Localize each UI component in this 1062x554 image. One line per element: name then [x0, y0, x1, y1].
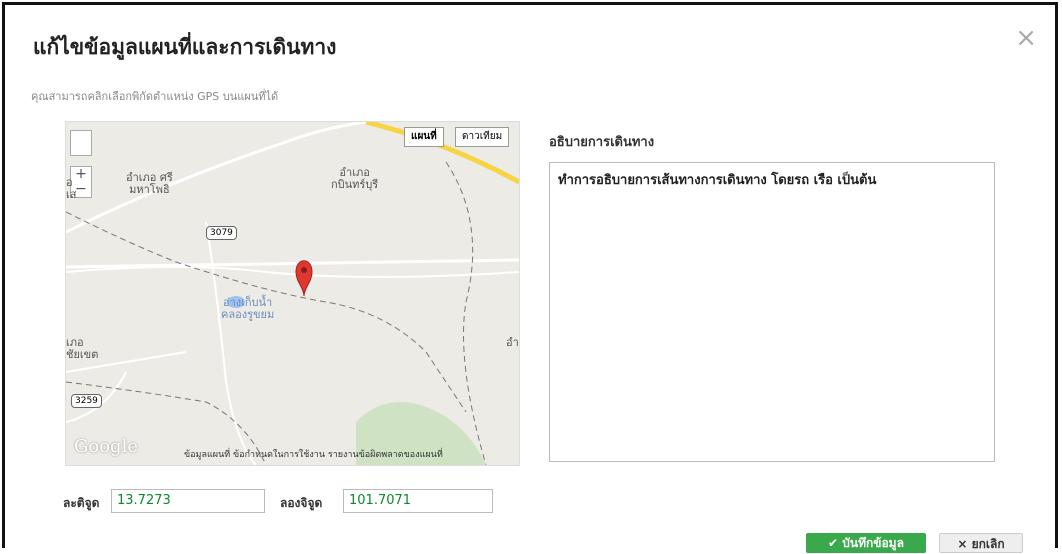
map-type-map-button[interactable]: แผนที่	[404, 127, 444, 147]
latitude-field[interactable]: 13.7273	[111, 489, 265, 513]
dialog-title: แก้ไขข้อมูลแผนที่และการเดินทาง	[33, 35, 337, 59]
road-3079-badge: 3079	[206, 226, 237, 240]
google-logo: Google	[74, 436, 138, 457]
longitude-label: ลองจิจูด	[280, 496, 323, 510]
edit-map-dialog: แก้ไขข้อมูลแผนที่และการเดินทาง × คุณสามา…	[2, 2, 1058, 553]
map-type-satellite-button[interactable]: ดาวเทียม	[455, 127, 510, 147]
map-hint: คุณสามารถคลิกเลือกพิกัดตำแหน่ง GPS บนแผน…	[31, 90, 279, 103]
map-attribution[interactable]: ข้อมูลแผนที่ ข้อกำหนดในการใช้งาน รายงานข…	[184, 447, 443, 461]
road-3259-badge: 3259	[71, 394, 102, 408]
map-label-kabin-buri: อำเภอ กบินทร์บุรี	[331, 166, 379, 191]
latitude-label: ละติจูด	[63, 496, 100, 510]
map-label-reservoir: อ่างเก็บน้ำ คลองรูขยม	[221, 296, 275, 321]
map-label-sri-maha-phot: อำเภอ ศรี มหาโพธิ	[126, 171, 173, 196]
map-label-left-edge: อ เส	[66, 176, 77, 201]
map-label-edge: อำ	[506, 336, 519, 349]
close-icon[interactable]: ×	[1015, 25, 1037, 51]
map-label-chai-khet: เภอ ชัยเขต	[66, 336, 99, 361]
longitude-field[interactable]: 101.7071	[343, 489, 493, 513]
street-view-pegman-icon[interactable]	[70, 130, 92, 156]
description-textarea[interactable]: ทำการอธิบายการเส้นทางการเดินทาง โดยรถ เร…	[549, 162, 995, 462]
save-button[interactable]: ✔ บันทึกข้อมูล	[806, 533, 926, 553]
description-label: อธิบายการเดินทาง	[549, 135, 655, 150]
map-view[interactable]: + − แผนที่ ดาวเทียม อำเภอ ศรี มหาโพธิ อำ…	[65, 121, 520, 466]
cancel-button[interactable]: × ยกเลิก	[939, 533, 1023, 553]
